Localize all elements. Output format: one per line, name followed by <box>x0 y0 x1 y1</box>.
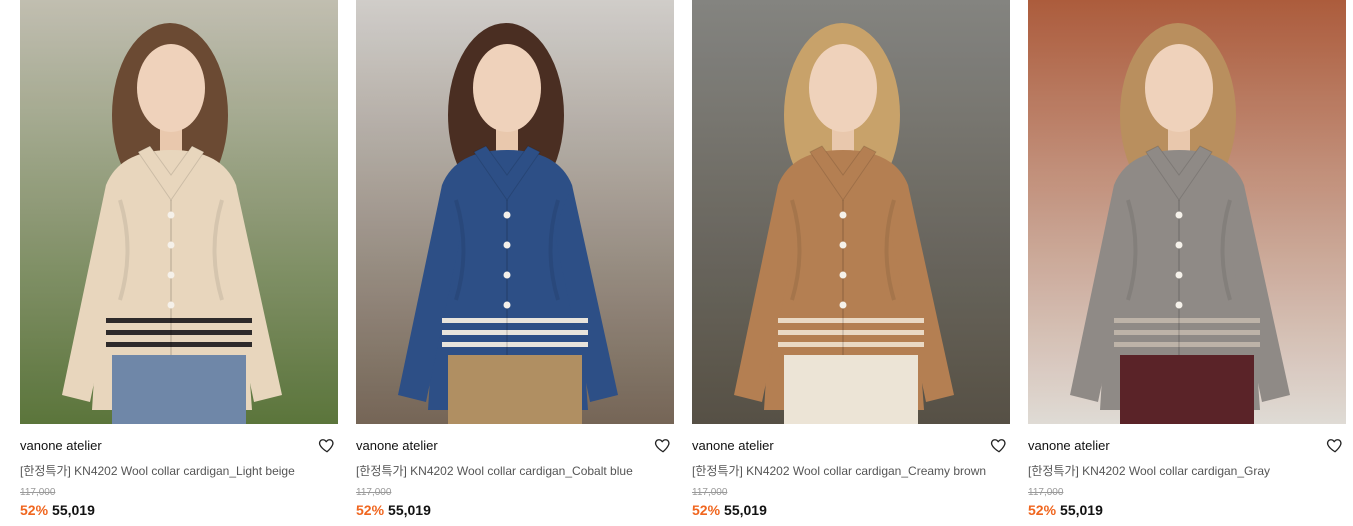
product-image[interactable] <box>20 0 338 424</box>
price-row: 52% 55,019 <box>1028 502 1103 518</box>
product-card[interactable]: vanone atelier [한정특가] KN4202 Wool collar… <box>1028 0 1346 526</box>
sale-price: 55,019 <box>724 502 767 518</box>
product-title[interactable]: [한정특가] KN4202 Wool collar cardigan_Cream… <box>692 462 1010 479</box>
wishlist-heart-icon[interactable] <box>990 436 1008 454</box>
product-photo-graphic <box>356 0 674 424</box>
product-card[interactable]: vanone atelier [한정특가] KN4202 Wool collar… <box>356 0 674 526</box>
price-row: 52% 55,019 <box>356 502 431 518</box>
product-title[interactable]: [한정특가] KN4202 Wool collar cardigan_Cobal… <box>356 462 674 479</box>
wishlist-heart-icon[interactable] <box>1326 436 1344 454</box>
original-price: 117,000 <box>692 487 728 498</box>
product-card[interactable]: vanone atelier [한정특가] KN4202 Wool collar… <box>20 0 338 526</box>
product-brand[interactable]: vanone atelier <box>356 438 438 453</box>
discount-rate: 52% <box>1028 502 1057 518</box>
product-title[interactable]: [한정특가] KN4202 Wool collar cardigan_Light… <box>20 462 338 479</box>
product-image[interactable] <box>356 0 674 424</box>
price-row: 52% 55,019 <box>692 502 767 518</box>
product-photo-graphic <box>692 0 1010 424</box>
product-title[interactable]: [한정특가] KN4202 Wool collar cardigan_Gray <box>1028 462 1346 479</box>
original-price: 117,000 <box>20 487 56 498</box>
product-brand[interactable]: vanone atelier <box>20 438 102 453</box>
sale-price: 55,019 <box>52 502 95 518</box>
discount-rate: 52% <box>20 502 49 518</box>
original-price: 117,000 <box>356 487 392 498</box>
sale-price: 55,019 <box>388 502 431 518</box>
product-photo-graphic <box>1028 0 1346 424</box>
discount-rate: 52% <box>356 502 385 518</box>
product-image[interactable] <box>692 0 1010 424</box>
product-image[interactable] <box>1028 0 1346 424</box>
discount-rate: 52% <box>692 502 721 518</box>
product-grid: vanone atelier [한정특가] KN4202 Wool collar… <box>20 0 1346 526</box>
product-brand[interactable]: vanone atelier <box>692 438 774 453</box>
original-price: 117,000 <box>1028 487 1064 498</box>
wishlist-heart-icon[interactable] <box>318 436 336 454</box>
sale-price: 55,019 <box>1060 502 1103 518</box>
product-photo-graphic <box>20 0 338 424</box>
product-brand[interactable]: vanone atelier <box>1028 438 1110 453</box>
wishlist-heart-icon[interactable] <box>654 436 672 454</box>
product-card[interactable]: vanone atelier [한정특가] KN4202 Wool collar… <box>692 0 1010 526</box>
price-row: 52% 55,019 <box>20 502 95 518</box>
